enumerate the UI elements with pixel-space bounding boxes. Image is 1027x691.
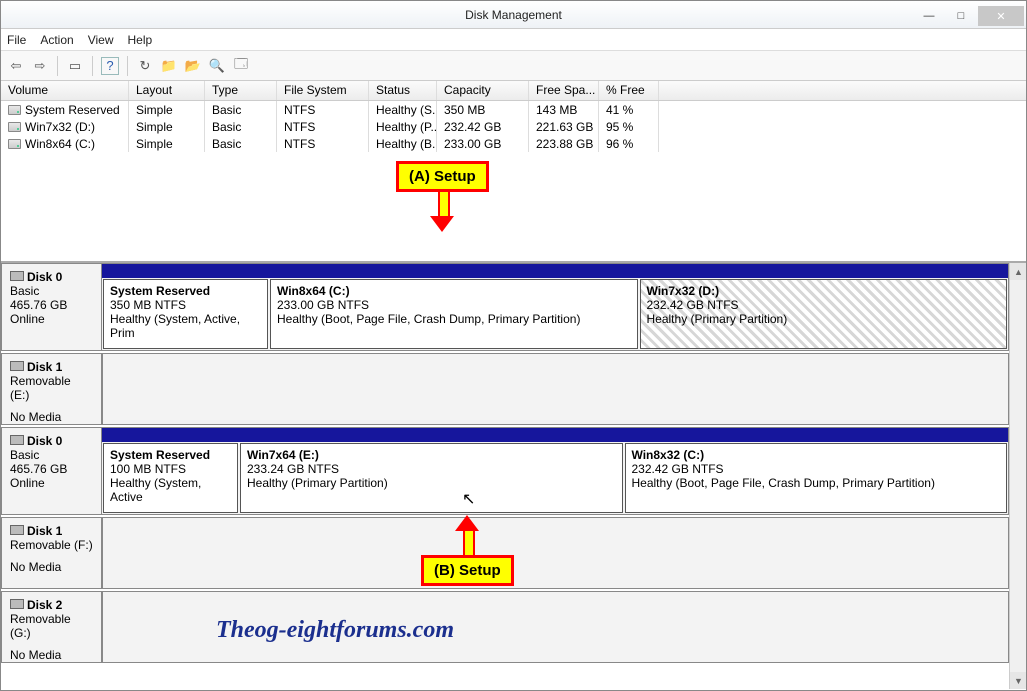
disk-header-bar xyxy=(102,264,1008,278)
col-status[interactable]: Status xyxy=(369,81,437,100)
nomedia-area[interactable] xyxy=(102,354,1008,424)
volume-list: Volume Layout Type File System Status Ca… xyxy=(1,81,1026,262)
partition[interactable]: System Reserved 350 MB NTFS Healthy (Sys… xyxy=(103,279,268,349)
col-pctfree[interactable]: % Free xyxy=(599,81,659,100)
watermark: Theog-eightforums.com xyxy=(216,617,454,644)
separator xyxy=(57,56,58,76)
disk-block: Disk 0 Basic 465.76 GB Online System Res… xyxy=(1,263,1009,351)
disk-block: Disk 1 Removable (F:) No Media xyxy=(1,517,1009,589)
drive-icon xyxy=(8,122,21,132)
toolbar: ⇦ ⇨ ▭ ? ↻ 📁 📂 🔍 🗔 xyxy=(1,51,1026,81)
titlebar: Disk Management — □ ✕ xyxy=(1,1,1026,29)
disk-icon xyxy=(10,435,24,445)
disk-block: Disk 2 Removable (G:) No Media xyxy=(1,591,1009,663)
col-capacity[interactable]: Capacity xyxy=(437,81,529,100)
drive-icon xyxy=(8,139,21,149)
nomedia-area[interactable] xyxy=(102,518,1008,588)
col-type[interactable]: Type xyxy=(205,81,277,100)
separator xyxy=(127,56,128,76)
col-freespace[interactable]: Free Spa... xyxy=(529,81,599,100)
volume-body: System Reserved Simple Basic NTFS Health… xyxy=(1,101,1026,261)
graphical-view: Disk 0 Basic 465.76 GB Online System Res… xyxy=(1,262,1026,689)
disk-block: Disk 1 Removable (E:) No Media xyxy=(1,353,1009,425)
disk-label[interactable]: Disk 1 Removable (E:) No Media xyxy=(2,354,102,424)
scrollbar[interactable]: ▲ ▼ xyxy=(1009,263,1026,689)
disk-label[interactable]: Disk 0 Basic 465.76 GB Online xyxy=(2,264,102,350)
search-icon[interactable]: 🔍 xyxy=(208,57,226,75)
partition[interactable]: Win8x64 (C:) 233.00 GB NTFS Healthy (Boo… xyxy=(270,279,638,349)
disk-header-bar xyxy=(102,428,1008,442)
menu-action[interactable]: Action xyxy=(40,33,73,47)
help-icon[interactable]: ? xyxy=(101,57,119,75)
scroll-down-icon[interactable]: ▼ xyxy=(1010,672,1026,689)
partition[interactable]: System Reserved 100 MB NTFS Healthy (Sys… xyxy=(103,443,238,513)
partition[interactable]: Win7x64 (E:) 233.24 GB NTFS Healthy (Pri… xyxy=(240,443,623,513)
drive-icon xyxy=(8,105,21,115)
show-hide-icon[interactable]: ▭ xyxy=(66,57,84,75)
maximize-button[interactable]: □ xyxy=(946,6,976,26)
menubar: File Action View Help xyxy=(1,29,1026,51)
forward-icon[interactable]: ⇨ xyxy=(31,57,49,75)
col-layout[interactable]: Layout xyxy=(129,81,205,100)
properties-icon[interactable]: 🗔 xyxy=(232,57,250,75)
folder-icon[interactable]: 📁 xyxy=(160,57,178,75)
minimize-button[interactable]: — xyxy=(914,6,944,26)
disk-icon xyxy=(10,361,24,371)
menu-help[interactable]: Help xyxy=(128,33,153,47)
disk-label[interactable]: Disk 0 Basic 465.76 GB Online xyxy=(2,428,102,514)
disk-icon xyxy=(10,599,24,609)
refresh-icon[interactable]: ↻ xyxy=(136,57,154,75)
separator xyxy=(92,56,93,76)
partition[interactable]: Win8x32 (C:) 232.42 GB NTFS Healthy (Boo… xyxy=(625,443,1008,513)
disk-icon xyxy=(10,525,24,535)
close-button[interactable]: ✕ xyxy=(978,6,1024,26)
disk-label[interactable]: Disk 2 Removable (G:) No Media xyxy=(2,592,102,662)
back-icon[interactable]: ⇦ xyxy=(7,57,25,75)
scroll-up-icon[interactable]: ▲ xyxy=(1010,263,1026,280)
partition[interactable]: Win7x32 (D:) 232.42 GB NTFS Healthy (Pri… xyxy=(640,279,1008,349)
open-icon[interactable]: 📂 xyxy=(184,57,202,75)
menu-file[interactable]: File xyxy=(7,33,26,47)
volume-row[interactable]: Win7x32 (D:) Simple Basic NTFS Healthy (… xyxy=(1,118,1026,135)
disk-block: Disk 0 Basic 465.76 GB Online System Res… xyxy=(1,427,1009,515)
col-volume[interactable]: Volume xyxy=(1,81,129,100)
volume-header: Volume Layout Type File System Status Ca… xyxy=(1,81,1026,101)
disk-icon xyxy=(10,271,24,281)
col-filesystem[interactable]: File System xyxy=(277,81,369,100)
menu-view[interactable]: View xyxy=(88,33,114,47)
volume-row[interactable]: Win8x64 (C:) Simple Basic NTFS Healthy (… xyxy=(1,135,1026,152)
disk-label[interactable]: Disk 1 Removable (F:) No Media xyxy=(2,518,102,588)
volume-row[interactable]: System Reserved Simple Basic NTFS Health… xyxy=(1,101,1026,118)
window-title: Disk Management xyxy=(465,8,562,22)
